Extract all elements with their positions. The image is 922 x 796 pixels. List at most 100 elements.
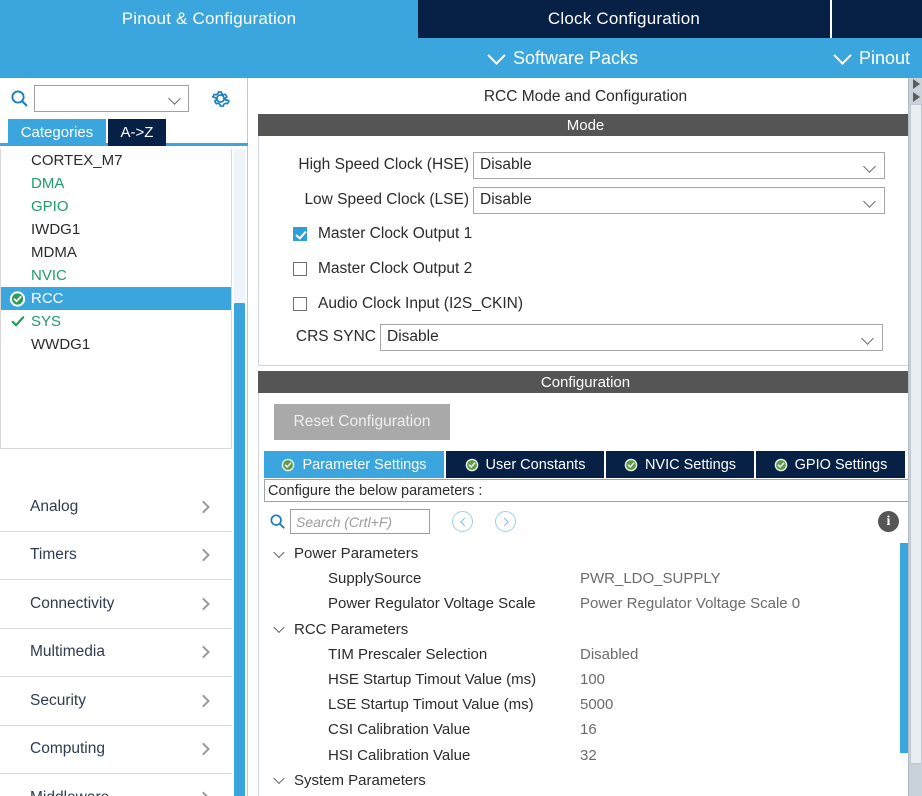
- parameter-value[interactable]: 32: [580, 747, 597, 764]
- reset-configuration-button[interactable]: Reset Configuration: [274, 404, 450, 440]
- tab-clock-configuration[interactable]: Clock Configuration: [418, 0, 832, 38]
- chevron-down-icon[interactable]: [273, 546, 285, 558]
- category-analog[interactable]: Analog: [0, 483, 232, 532]
- panel-scrollbar[interactable]: [908, 78, 922, 796]
- tab-bar-spacer: [832, 0, 922, 38]
- chevron-left-circle-icon[interactable]: [452, 511, 473, 532]
- config-tab-nvic-settings[interactable]: NVIC Settings: [606, 451, 756, 478]
- checkbox-icon[interactable]: [293, 297, 307, 311]
- check-circle-icon: [465, 458, 479, 472]
- tab-pinout-and-configuration[interactable]: Pinout & Configuration: [0, 0, 418, 38]
- parameter-row[interactable]: TIM Prescaler Selection Disabled: [264, 642, 909, 667]
- check-circle-icon: [774, 458, 788, 472]
- checkbox-audio-clock-input[interactable]: Audio Clock Input (I2S_CKIN): [293, 291, 523, 317]
- category-connectivity[interactable]: Connectivity: [0, 580, 232, 629]
- parameter-label: Power Regulator Voltage Scale: [328, 595, 536, 613]
- checkbox-icon[interactable]: [293, 262, 307, 276]
- sidebar-search-combo[interactable]: [34, 84, 189, 112]
- category-label: Middleware: [30, 789, 109, 796]
- category-label: Security: [30, 691, 86, 709]
- scroll-up-arrow-icon[interactable]: [910, 78, 922, 89]
- panel-scrollbar-thumb[interactable]: [910, 104, 922, 764]
- chevron-right-icon: [197, 791, 210, 796]
- chevron-right-circle-icon[interactable]: [495, 511, 516, 532]
- parameter-value[interactable]: Disabled: [580, 646, 638, 663]
- mode-section: High Speed Clock (HSE) Disable Low Speed…: [258, 136, 913, 366]
- parameter-group-row[interactable]: RCC Parameters: [264, 617, 909, 642]
- category-computing[interactable]: Computing: [0, 726, 232, 774]
- configuration-section: Reset Configuration Parameter Settings Us…: [258, 393, 913, 796]
- parameter-value[interactable]: 16: [580, 721, 597, 738]
- parameter-group-row[interactable]: System Parameters: [264, 768, 909, 793]
- parameter-search-input[interactable]: Search (Crtl+F): [290, 509, 430, 534]
- peripheral-item-rcc[interactable]: RCC: [1, 287, 231, 310]
- crs-sync-select[interactable]: Disable: [380, 323, 883, 351]
- category-multimedia[interactable]: Multimedia: [0, 629, 232, 677]
- peripheral-list[interactable]: CORTEX_M7 DMA GPIO IWDG1 MDMA NVIC RCC SYS WWDG1: [0, 149, 232, 449]
- configuration-section-header: Configuration: [258, 371, 913, 393]
- sidebar-tab-a-to-z[interactable]: A->Z: [108, 119, 166, 146]
- panel-title: RCC Mode and Configuration: [483, 88, 688, 105]
- parameter-row[interactable]: SupplySource PWR_LDO_SUPPLY: [264, 566, 909, 591]
- peripheral-item-dma[interactable]: DMA: [1, 172, 231, 195]
- parameter-row[interactable]: CSI Calibration Value 16: [264, 717, 909, 742]
- parameter-value[interactable]: Power Regulator Voltage Scale 0: [580, 595, 800, 612]
- scroll-down-arrow-glyph: [912, 91, 920, 102]
- sidebar-search-row: [0, 78, 248, 118]
- menu-software-packs[interactable]: Software Packs: [487, 38, 638, 78]
- peripheral-item-gpio[interactable]: GPIO: [1, 195, 231, 218]
- configuration-tab-strip: Parameter Settings User Constants NVIC Set…: [264, 451, 909, 478]
- sidebar-scrollbar-thumb[interactable]: [234, 303, 245, 796]
- chevron-down-icon: [168, 91, 181, 105]
- parameter-row[interactable]: Power Regulator Voltage Scale Power Regul…: [264, 591, 909, 616]
- parameter-value[interactable]: PWR_LDO_SUPPLY: [580, 570, 721, 587]
- crs-sync-row: CRS SYNC Disable: [284, 322, 883, 352]
- category-security[interactable]: Security: [0, 677, 232, 726]
- config-tab-label: GPIO Settings: [794, 456, 888, 473]
- category-middleware[interactable]: Middleware: [0, 774, 232, 796]
- parameter-value[interactable]: 100: [580, 671, 605, 688]
- config-tab-parameter-settings[interactable]: Parameter Settings: [264, 451, 446, 478]
- peripheral-item-nvic[interactable]: NVIC: [1, 264, 231, 287]
- info-icon[interactable]: i: [878, 511, 899, 532]
- parameter-group-row[interactable]: Power Parameters: [264, 541, 909, 566]
- parameter-row[interactable]: LSE Startup Timout Value (ms) 5000: [264, 692, 909, 717]
- category-label: Connectivity: [30, 594, 115, 612]
- search-icon: [6, 89, 32, 108]
- category-group-list[interactable]: Analog Timers Connectivity Multimedia Securi…: [0, 483, 232, 796]
- checkbox-master-clock-output-2[interactable]: Master Clock Output 2: [293, 256, 472, 282]
- hse-select[interactable]: Disable: [473, 151, 885, 179]
- parameter-label: RCC Parameters: [294, 620, 409, 638]
- peripheral-item-mdma[interactable]: MDMA: [1, 241, 231, 264]
- parameter-row[interactable]: HSI Calibration Value 32: [264, 743, 909, 768]
- config-tab-gpio-settings[interactable]: GPIO Settings: [756, 451, 907, 478]
- config-tab-user-constants[interactable]: User Constants: [446, 451, 606, 478]
- category-timers[interactable]: Timers: [0, 532, 232, 580]
- tab-pinout-and-configuration-label: Pinout & Configuration: [121, 9, 297, 28]
- parameter-value[interactable]: 5000: [580, 696, 613, 713]
- chevron-down-icon[interactable]: [273, 773, 285, 785]
- gear-icon[interactable]: [207, 85, 233, 111]
- peripheral-item-sys[interactable]: SYS: [1, 310, 231, 333]
- menu-pinout[interactable]: Pinout: [833, 38, 910, 78]
- check-circle-icon: [281, 458, 295, 472]
- peripheral-item-cortex_m7[interactable]: CORTEX_M7: [1, 149, 231, 172]
- parameter-label: HSE Startup Timout Value (ms): [328, 671, 537, 689]
- menu-pinout-label: Pinout: [858, 47, 910, 68]
- checkbox-audio-clock-input-label: Audio Clock Input (I2S_CKIN): [318, 295, 524, 312]
- peripheral-item-iwdg1[interactable]: IWDG1: [1, 218, 231, 241]
- parameter-tree[interactable]: Power Parameters SupplySource PWR_LDO_SUPP…: [264, 541, 909, 796]
- sidebar-view-tabs: Categories A->Z: [0, 119, 248, 146]
- chevron-down-icon[interactable]: [273, 621, 285, 634]
- check-circle-icon: [9, 290, 26, 307]
- sidebar-tab-categories[interactable]: Categories: [8, 119, 106, 146]
- peripheral-item-label: CORTEX_M7: [31, 152, 123, 169]
- peripheral-item-wwdg1[interactable]: WWDG1: [1, 333, 231, 356]
- scroll-down-arrow-icon[interactable]: [910, 91, 922, 102]
- checkbox-icon[interactable]: [293, 227, 307, 241]
- parameter-row[interactable]: HSE Startup Timout Value (ms) 100: [264, 667, 909, 692]
- chevron-down-icon: [487, 45, 506, 65]
- category-label: Timers: [30, 546, 77, 564]
- lse-select[interactable]: Disable: [473, 186, 885, 214]
- checkbox-master-clock-output-1[interactable]: Master Clock Output 1: [293, 221, 472, 247]
